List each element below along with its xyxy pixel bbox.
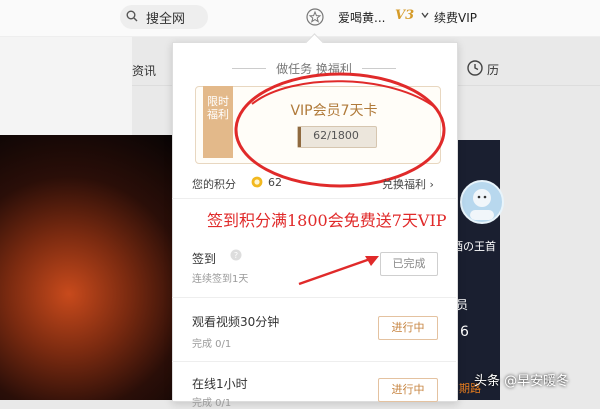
tab-history[interactable]: 历 [487,61,499,78]
search-icon[interactable] [126,10,138,22]
red-annotation-text: 签到积分满1800会免费送7天VIP [207,211,447,230]
poster-image[interactable] [0,135,172,400]
right-panel-text: 酒の王首 [452,240,496,253]
task-subtitle: 连续签到1天 [192,274,249,285]
clock-icon[interactable] [466,59,484,77]
chevron-down-icon[interactable] [420,10,430,20]
search-label[interactable]: 搜全网 [146,8,185,27]
task-subtitle: 完成 0/1 [192,339,232,350]
task-name: 观看视频30分钟 [192,315,280,329]
watermark: 头条 @早安暖冬 [474,374,570,389]
divider [172,297,456,298]
points-label: 您的积分 [192,178,236,191]
task-done-button[interactable]: 已完成 [380,252,438,276]
limited-tag: 限时福利 [203,86,233,158]
right-panel-text: 6 [460,324,469,340]
task-subtitle: 完成 0/1 [192,398,232,409]
task-name: 签到 [192,252,217,266]
coin-icon [251,176,263,188]
task-in-progress-button[interactable]: 进行中 [378,378,438,402]
task-name: 在线1小时 [192,377,248,391]
tab-news[interactable]: 资讯 [132,62,156,79]
star-icon[interactable] [306,8,324,26]
svg-text:?: ? [234,251,238,260]
exchange-rewards-link[interactable]: 兑换福利 › [382,176,434,192]
chevron-right-icon: › [429,178,434,191]
help-icon[interactable]: ? [230,249,242,261]
username[interactable]: 爱喝黄... [338,9,385,26]
task-in-progress-button[interactable]: 进行中 [378,316,438,340]
points-value: 62 [268,176,282,189]
annotation-arrow [298,256,379,286]
exchange-label[interactable]: 兑换福利 [382,178,426,191]
divider [172,198,456,199]
divider [172,361,456,362]
top-bar [0,0,600,37]
vip-level-badge[interactable]: V3 [395,8,414,23]
renew-vip-link[interactable]: 续费VIP [434,9,477,26]
